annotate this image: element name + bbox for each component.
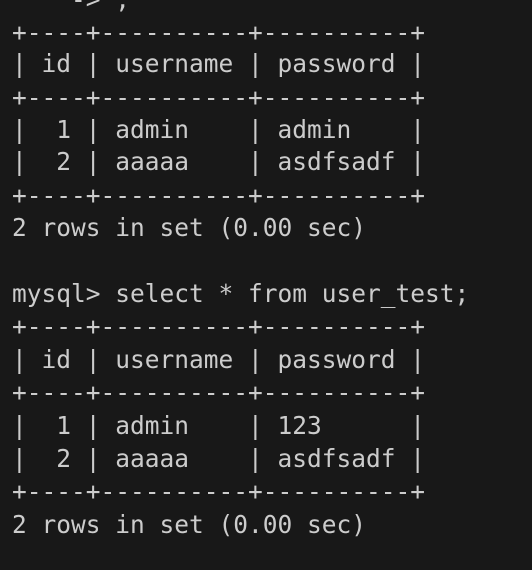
table-border-bottom: +----+----------+----------+ — [12, 181, 426, 210]
table-header-separator: +----+----------+----------+ — [12, 83, 426, 112]
terminal-output[interactable]: -> ; +----+----------+----------+ | id |… — [0, 0, 532, 570]
continuation-prompt-line: -> ; — [12, 0, 130, 16]
table-row: | 2 | aaaaa | asdfsadf | — [12, 444, 426, 473]
table-row: | 1 | admin | 123 | — [12, 411, 426, 440]
table-border-top: +----+----------+----------+ — [12, 312, 426, 341]
table-header-row: | id | username | password | — [12, 49, 426, 78]
table-header-separator: +----+----------+----------+ — [12, 378, 426, 407]
mysql-command-line: mysql> select * from user_test; — [12, 279, 470, 308]
result-summary: 2 rows in set (0.00 sec) — [12, 510, 367, 539]
result-summary: 2 rows in set (0.00 sec) — [12, 213, 367, 242]
table-row: | 1 | admin | admin | — [12, 115, 426, 144]
table-border-bottom: +----+----------+----------+ — [12, 477, 426, 506]
table-row: | 2 | aaaaa | asdfsadf | — [12, 147, 426, 176]
table-header-row: | id | username | password | — [12, 345, 426, 374]
table-border-top: +----+----------+----------+ — [12, 18, 426, 47]
